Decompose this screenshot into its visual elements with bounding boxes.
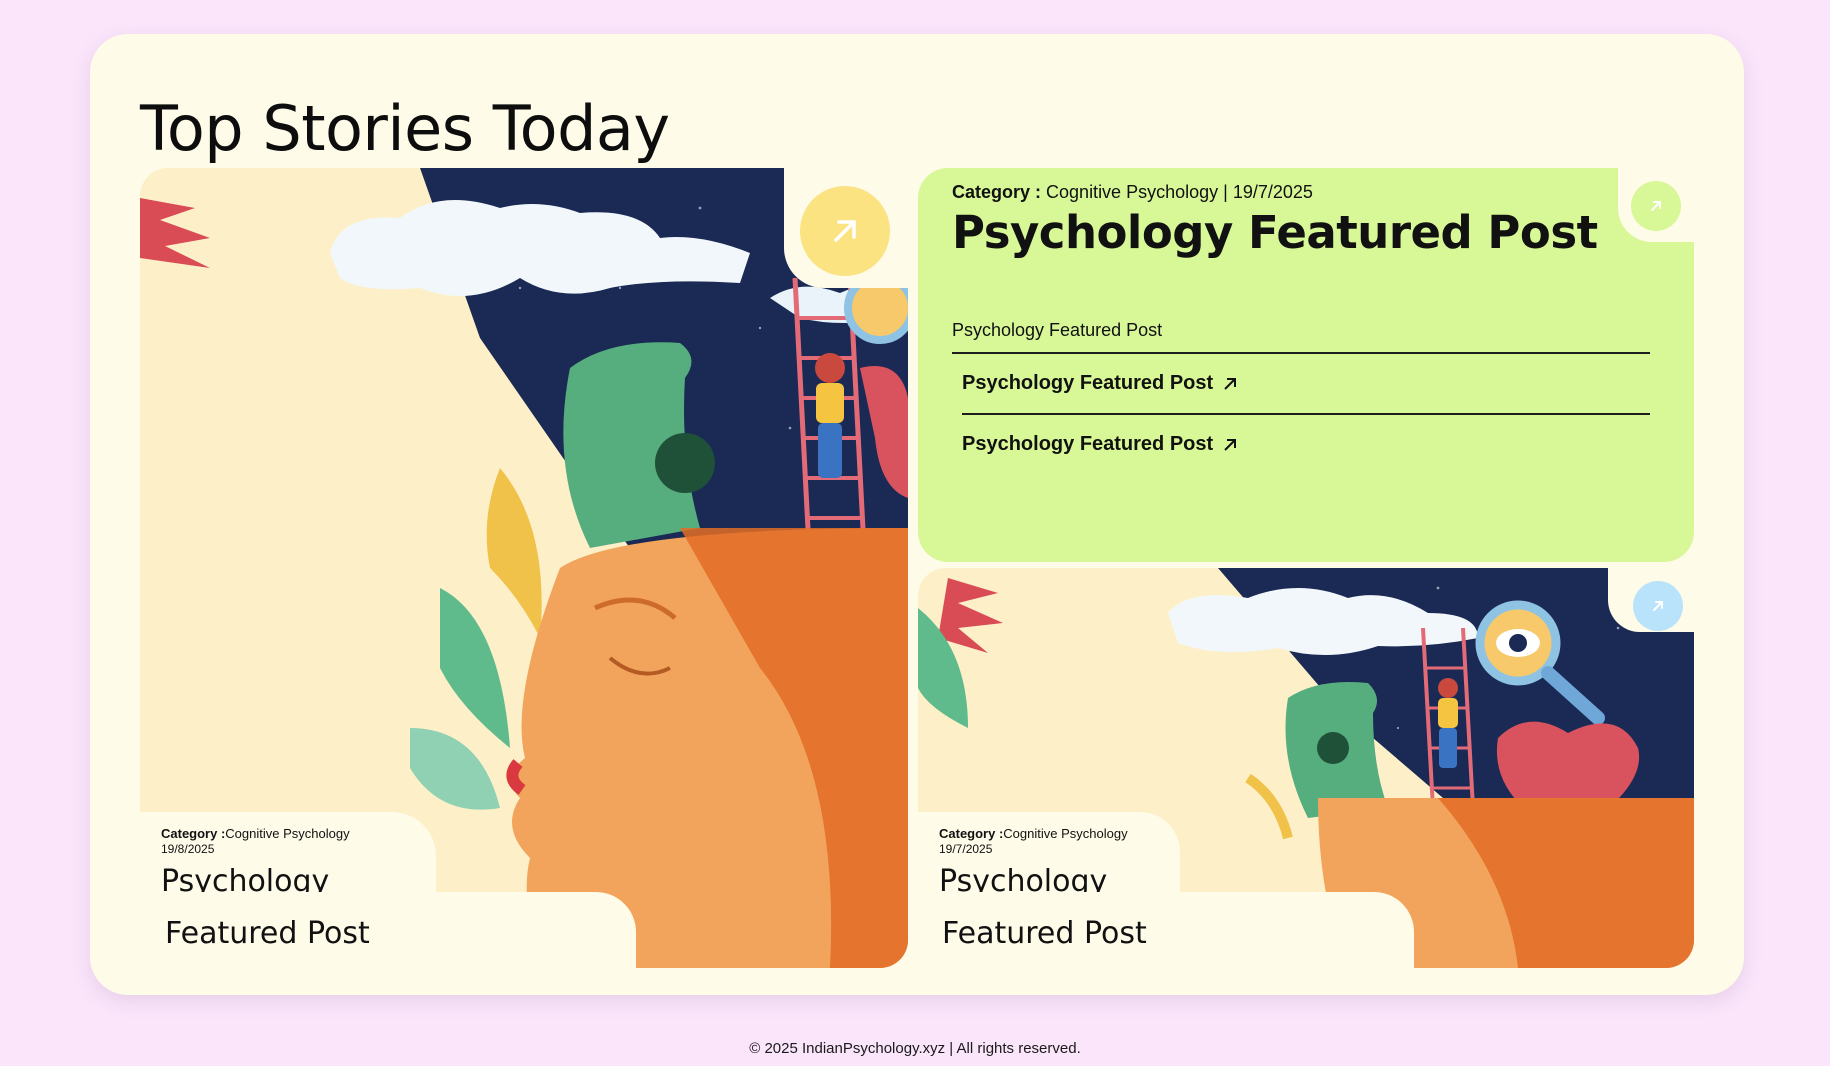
page-title: Top Stories Today — [140, 92, 670, 165]
small-card-open-button[interactable] — [1633, 581, 1683, 631]
featured-link-1[interactable]: Psychology Featured Post — [962, 372, 1239, 395]
story-title-line2-visible[interactable]: Featured Post — [165, 916, 370, 951]
story-card-small[interactable]: Category :Cognitive Psychology 19/7/2025… — [914, 562, 1700, 972]
featured-subtitle: Psychology Featured Post — [952, 320, 1163, 340]
story-category: Category :Cognitive Psychology — [161, 826, 350, 841]
story-category: Category :Cognitive Psychology — [939, 826, 1128, 841]
open-story-button[interactable] — [800, 186, 890, 276]
divider — [962, 413, 1650, 415]
story-date: 19/8/2025 — [161, 842, 215, 856]
arrow-up-right-icon — [1651, 201, 1661, 211]
featured-title[interactable]: Psychology Featured Post — [952, 206, 1598, 259]
footer-copyright: © 2025 IndianPsychology.xyz | All rights… — [749, 1040, 1081, 1057]
divider — [952, 352, 1650, 354]
arrow-up-right-icon — [1653, 601, 1663, 611]
featured-link-2[interactable]: Psychology Featured Post — [962, 433, 1239, 456]
arrow-up-right-icon — [1224, 438, 1237, 451]
arrow-up-right-icon — [1224, 377, 1237, 390]
story-title-line2-visible[interactable]: Featured Post — [942, 916, 1147, 951]
story-card-large[interactable]: Category :Cognitive Psychology 19/8/2025… — [136, 162, 914, 972]
story-date: 19/7/2025 — [939, 842, 993, 856]
featured-meta: Category : Cognitive Psychology | 19/7/2… — [952, 182, 1313, 202]
arrow-up-right-icon — [834, 220, 856, 242]
featured-open-button[interactable] — [1631, 181, 1681, 231]
